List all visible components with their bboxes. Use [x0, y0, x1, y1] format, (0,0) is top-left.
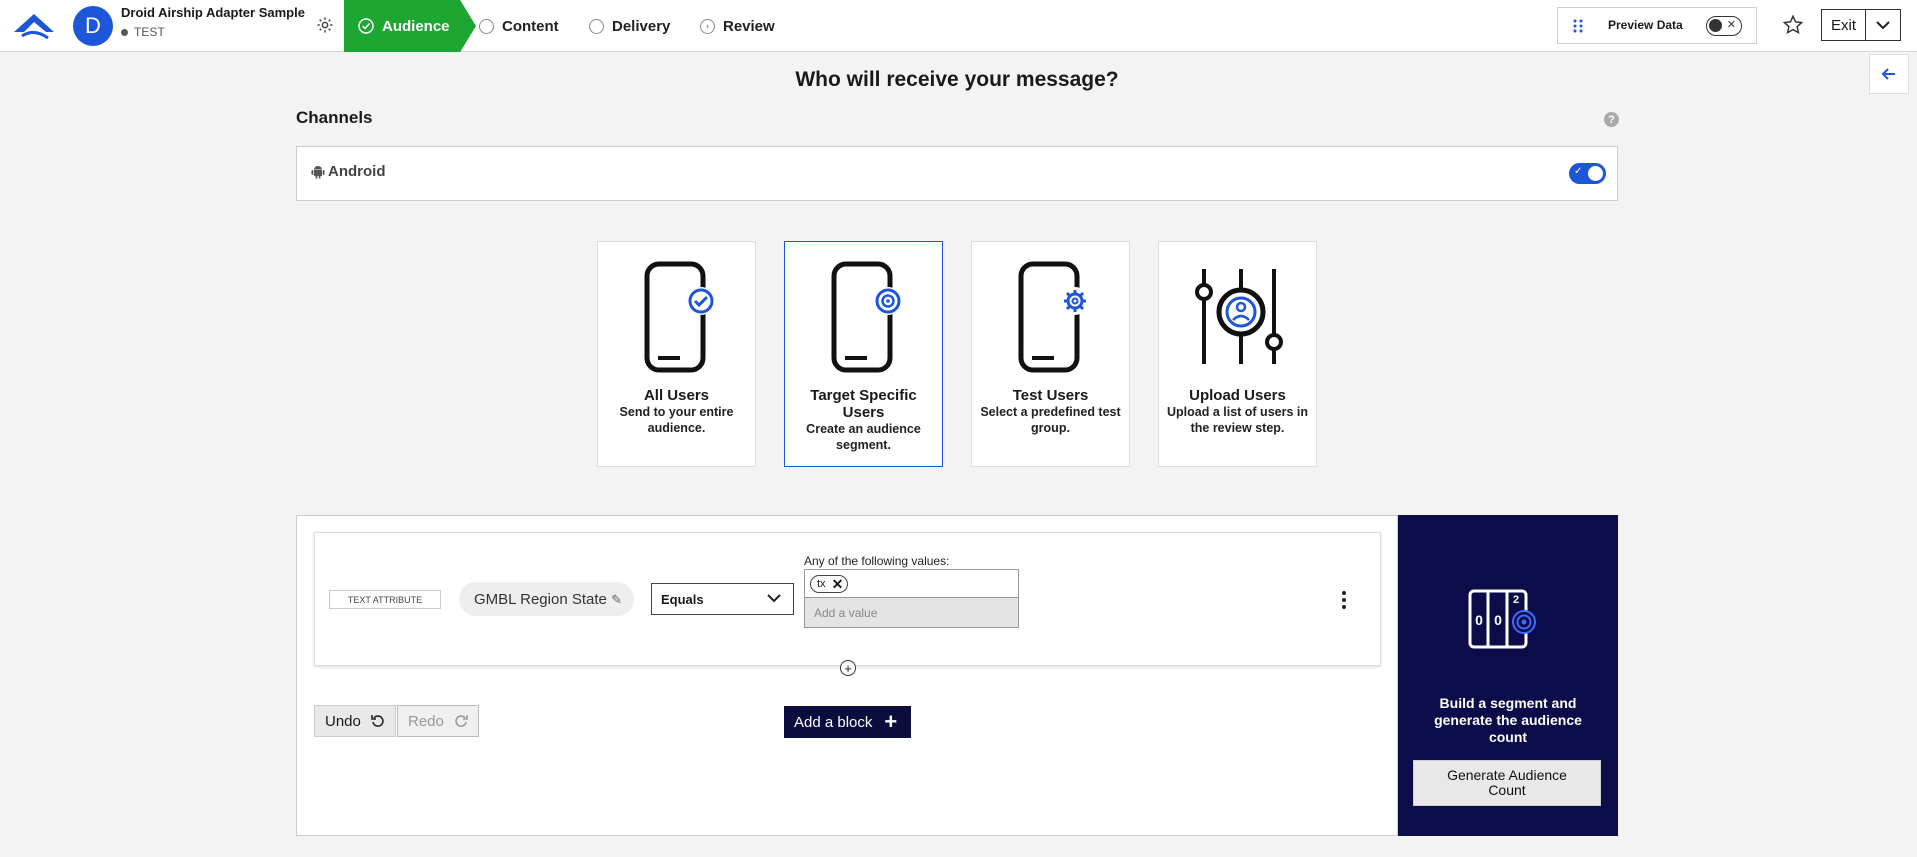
- empty-circle-icon: [479, 18, 494, 34]
- star-icon[interactable]: [1782, 14, 1804, 36]
- redo-icon: [455, 715, 468, 727]
- redo-button[interactable]: Redo: [397, 705, 479, 737]
- environment-dot-icon: [121, 28, 128, 36]
- check-circle-icon: [358, 18, 374, 34]
- project-name: Droid Airship Adapter Sample: [121, 5, 305, 20]
- value-chip-label: tx: [817, 578, 826, 590]
- step-delivery[interactable]: Delivery: [589, 0, 670, 52]
- generate-audience-count-button[interactable]: Generate Audience Count: [1413, 760, 1601, 806]
- android-icon: [311, 166, 325, 179]
- operator-select[interactable]: Equals: [651, 583, 794, 615]
- exit-button[interactable]: Exit: [1822, 10, 1866, 40]
- toggle-knob: [1588, 166, 1603, 181]
- counter-digit-3: 2: [1513, 594, 1519, 606]
- chevron-down-icon: [1876, 21, 1890, 30]
- exit-menu-button[interactable]: [1866, 10, 1900, 40]
- redo-label: Redo: [408, 712, 444, 730]
- step-content-label: Content: [502, 17, 559, 35]
- sliders-user-icon: [1195, 269, 1283, 364]
- plus-icon: +: [884, 709, 898, 734]
- values-label: Any of the following values:: [804, 554, 950, 568]
- step-audience[interactable]: Audience: [344, 0, 476, 52]
- step-review[interactable]: › Review: [700, 0, 775, 52]
- toggle-knob: [1709, 19, 1722, 32]
- empty-circle-icon: [589, 18, 604, 34]
- phone-target-icon: [831, 261, 902, 373]
- undo-label: Undo: [325, 712, 361, 730]
- preview-data-label: Preview Data: [1608, 18, 1683, 32]
- chevron-circle-icon: ›: [700, 18, 715, 34]
- option-description: Create an audience segment.: [806, 422, 921, 452]
- preview-data-control: Preview Data ✕: [1557, 7, 1757, 44]
- add-value-input[interactable]: Add a value: [804, 598, 1019, 628]
- attribute-name: GMBL Region State: [474, 590, 607, 608]
- undo-button[interactable]: Undo: [314, 705, 396, 737]
- chevron-down-icon: [767, 594, 781, 603]
- option-title: Upload Users: [1189, 387, 1286, 404]
- option-title: Target Specific Users: [810, 387, 917, 421]
- phone-check-icon: [644, 261, 715, 373]
- grid-dots-icon: [1573, 19, 1583, 32]
- preview-data-toggle[interactable]: ✕: [1706, 16, 1742, 36]
- page-title: Who will receive your message?: [795, 68, 1119, 91]
- audience-option-all-users[interactable]: All Users Send to your entire audience.: [597, 241, 756, 467]
- counter-target-icon: 0 0 2: [1468, 589, 1536, 649]
- check-icon: ✓: [1574, 166, 1583, 177]
- close-icon: ✕: [1726, 19, 1736, 31]
- android-channel-toggle[interactable]: ✓: [1569, 163, 1606, 184]
- environment-label: TEST: [121, 25, 165, 39]
- option-title: Test Users: [1012, 387, 1089, 404]
- undo-icon: [371, 715, 384, 727]
- audience-option-target-specific-users[interactable]: Target Specific Users Create an audience…: [784, 241, 943, 467]
- step-content[interactable]: Content: [479, 0, 559, 52]
- attribute-selector[interactable]: GMBL Region State ✎: [459, 582, 634, 616]
- values-tag-box[interactable]: tx ✕: [804, 569, 1019, 598]
- audience-count-panel: 0 0 2 Build a segment and generate the a…: [1398, 515, 1618, 836]
- channels-heading: Channels: [296, 108, 373, 127]
- channel-row-android: Android ✓: [296, 146, 1618, 201]
- audience-option-upload-users[interactable]: Upload Users Upload a list of users in t…: [1158, 241, 1317, 467]
- add-condition-icon[interactable]: +: [840, 660, 856, 676]
- top-bar: D Droid Airship Adapter Sample TEST Audi…: [0, 0, 1917, 52]
- pencil-icon[interactable]: ✎: [611, 592, 622, 608]
- add-block-button[interactable]: Add a block +: [784, 706, 911, 738]
- counter-digit-1: 0: [1475, 612, 1483, 628]
- option-description: Select a predefined test group.: [980, 405, 1121, 435]
- add-block-label: Add a block: [794, 713, 873, 731]
- option-description: Upload a list of users in the review ste…: [1167, 405, 1308, 435]
- channel-label: Android: [328, 163, 386, 180]
- settings-gear-icon[interactable]: [316, 16, 334, 34]
- segment-block: TEXT ATTRIBUTE GMBL Region State ✎ Equal…: [314, 532, 1381, 666]
- step-delivery-label: Delivery: [612, 17, 671, 35]
- option-description: Send to your entire audience.: [619, 405, 734, 435]
- segment-builder: TEXT ATTRIBUTE GMBL Region State ✎ Equal…: [296, 515, 1398, 836]
- remove-value-icon[interactable]: ✕: [832, 576, 844, 593]
- environment-text: TEST: [134, 25, 165, 39]
- value-chip: tx ✕: [810, 575, 849, 593]
- counter-digit-2: 0: [1494, 612, 1502, 628]
- step-audience-label: Audience: [382, 17, 450, 35]
- audience-option-test-users[interactable]: Test Users Select a predefined test grou…: [971, 241, 1130, 467]
- exit-button-group: Exit: [1821, 9, 1901, 41]
- airship-logo-icon[interactable]: [12, 10, 56, 42]
- attribute-type-badge: TEXT ATTRIBUTE: [329, 590, 441, 609]
- help-icon[interactable]: ?: [1604, 112, 1619, 127]
- block-more-menu-icon[interactable]: [1342, 591, 1346, 609]
- operator-value: Equals: [661, 591, 704, 607]
- project-avatar[interactable]: D: [73, 6, 113, 46]
- audience-count-text: Build a segment and generate the audienc…: [1434, 695, 1582, 745]
- step-review-label: Review: [723, 17, 775, 35]
- option-title: All Users: [643, 387, 710, 404]
- phone-gear-icon: [1018, 261, 1089, 373]
